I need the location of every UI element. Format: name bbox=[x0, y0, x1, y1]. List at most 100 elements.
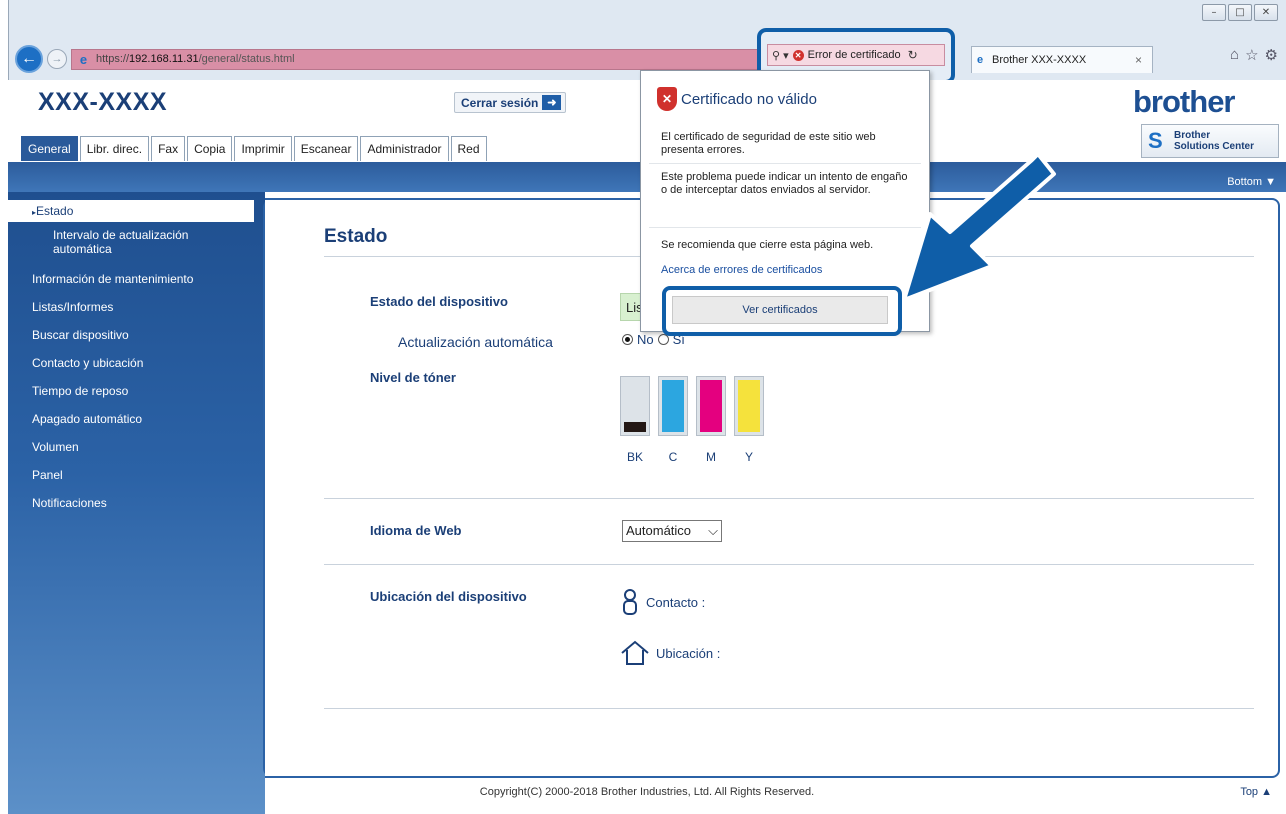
toner-fill-c bbox=[662, 380, 684, 432]
auto-update-label: Actualización automática bbox=[398, 334, 553, 350]
tab-administrator[interactable]: Administrador bbox=[360, 136, 449, 161]
sidebar-item-update-interval[interactable]: Intervalo de actualización automática bbox=[8, 228, 254, 256]
divider bbox=[324, 498, 1254, 499]
location-label: Ubicación : bbox=[656, 645, 721, 661]
bottom-link[interactable]: Bottom ▼ bbox=[1227, 176, 1276, 188]
tab-address-book[interactable]: Libr. direc. bbox=[79, 136, 150, 161]
top-link[interactable]: Top ▲ bbox=[1240, 786, 1272, 798]
chevron-down-icon: ⌵ bbox=[708, 523, 718, 538]
sidebar-item-estado[interactable]: ▸Estado bbox=[8, 200, 254, 222]
popup-text-1: El certificado de seguridad de este siti… bbox=[661, 131, 876, 156]
sidebar-item-maintenance[interactable]: Información de mantenimiento bbox=[8, 272, 254, 286]
url-path: /general/status.html bbox=[198, 53, 295, 65]
popup-text-3: Se recomienda que cierre esta página web… bbox=[661, 239, 874, 251]
favorites-star-icon[interactable]: ☆ bbox=[1245, 46, 1258, 64]
sidebar-item-label: Intervalo de actualización bbox=[53, 228, 189, 242]
solutions-center-button[interactable]: S Brother Solutions Center bbox=[1141, 124, 1279, 158]
ie-logo-icon: e bbox=[79, 52, 88, 67]
tab-fax[interactable]: Fax bbox=[151, 136, 186, 161]
minimize-button[interactable]: – bbox=[1202, 4, 1226, 21]
logout-label: Cerrar sesión bbox=[461, 95, 539, 110]
sidebar: ▸Estado Intervalo de actualización autom… bbox=[8, 192, 265, 814]
ie-logo-icon: e bbox=[977, 54, 984, 66]
settings-gear-icon[interactable]: ⚙ bbox=[1265, 46, 1278, 64]
contact-label: Contacto : bbox=[646, 594, 706, 610]
model-name: XXX-XXXX bbox=[38, 88, 168, 116]
solutions-s-icon: S bbox=[1148, 128, 1163, 153]
radio-no-label: No bbox=[637, 332, 654, 347]
toner-label-c: C bbox=[668, 450, 678, 464]
cert-error-button[interactable]: ⚲ ▾ ✕ Error de certificado ↻ bbox=[767, 44, 945, 66]
close-button[interactable]: ✕ bbox=[1254, 4, 1278, 21]
refresh-icon[interactable]: ↻ bbox=[908, 48, 918, 62]
toner-gauge-m bbox=[696, 376, 726, 436]
home-icon[interactable]: ⌂ bbox=[1230, 46, 1239, 64]
toner-label-m: M bbox=[706, 450, 716, 464]
web-language-value: Automático bbox=[626, 523, 692, 538]
toner-gauge-bk bbox=[620, 376, 650, 436]
toner-gauge-c bbox=[658, 376, 688, 436]
solutions-line2: Solutions Center bbox=[1174, 141, 1255, 152]
toner-gauge-y bbox=[734, 376, 764, 436]
content-frame-corner bbox=[275, 204, 285, 774]
web-language-select[interactable]: Automático ⌵ bbox=[622, 520, 722, 542]
window-controls: – □ ✕ bbox=[1202, 4, 1278, 21]
tab-print[interactable]: Imprimir bbox=[234, 136, 292, 161]
radio-no[interactable] bbox=[622, 334, 633, 345]
sidebar-item-volume[interactable]: Volumen bbox=[8, 440, 254, 454]
browser-tab[interactable]: e Brother XXX-XXXX × bbox=[971, 46, 1153, 73]
tab-scan[interactable]: Escanear bbox=[293, 136, 359, 161]
sidebar-item-contact-location[interactable]: Contacto y ubicación bbox=[8, 356, 254, 370]
page-title: Estado bbox=[324, 226, 388, 247]
error-x-icon: ✕ bbox=[792, 49, 804, 61]
sidebar-item-sleep-time[interactable]: Tiempo de reposo bbox=[8, 384, 254, 398]
logout-button[interactable]: Cerrar sesión ➜ bbox=[454, 92, 567, 113]
divider bbox=[324, 564, 1254, 565]
cert-errors-link[interactable]: Acerca de errores de certificados bbox=[661, 264, 822, 276]
shield-error-icon: ✕ bbox=[657, 87, 677, 111]
url-protocol: https:// bbox=[96, 53, 130, 65]
toner-label-bk: BK bbox=[626, 450, 643, 464]
divider bbox=[324, 708, 1254, 709]
location-row: Ubicación : bbox=[620, 640, 720, 666]
sidebar-item-label: automática bbox=[53, 242, 112, 256]
web-language-label: Idioma de Web bbox=[370, 523, 462, 538]
forward-button[interactable]: → bbox=[47, 49, 67, 69]
brother-logo: brother bbox=[1133, 84, 1235, 119]
back-button[interactable]: ← bbox=[15, 45, 43, 73]
house-icon bbox=[621, 640, 649, 665]
toner-fill-y bbox=[738, 380, 760, 432]
tab-bar: General Libr. direc. Fax Copia Imprimir … bbox=[21, 136, 487, 161]
cert-error-label: Error de certificado bbox=[807, 49, 901, 61]
toner-fill-bk bbox=[624, 422, 646, 432]
pointer-arrow-icon bbox=[902, 152, 1056, 302]
sidebar-item-panel[interactable]: Panel bbox=[8, 468, 254, 482]
view-certificates-button[interactable]: Ver certificados bbox=[672, 296, 888, 324]
divider bbox=[649, 227, 921, 228]
search-icon[interactable]: ⚲ ▾ bbox=[772, 49, 789, 62]
view-certificates-highlight: Ver certificados bbox=[662, 286, 902, 336]
sidebar-item-find-device[interactable]: Buscar dispositivo bbox=[8, 328, 254, 342]
toolbar-icons: ⌂ ☆ ⚙ bbox=[1230, 46, 1278, 64]
toner-level-label: Nivel de tóner bbox=[370, 370, 456, 385]
tab-title: Brother XXX-XXXX bbox=[992, 54, 1087, 66]
popup-title: Certificado no válido bbox=[681, 91, 817, 108]
popup-text-2: Este problema puede indicar un intento d… bbox=[661, 171, 908, 196]
contact-row: Contacto : bbox=[620, 588, 705, 616]
tab-general[interactable]: General bbox=[21, 136, 78, 161]
sidebar-item-auto-off[interactable]: Apagado automático bbox=[8, 412, 254, 426]
url-host: 192.168.11.31 bbox=[129, 53, 199, 65]
person-icon bbox=[623, 589, 637, 615]
solutions-line1: Brother bbox=[1174, 130, 1211, 141]
close-tab-icon[interactable]: × bbox=[1135, 47, 1142, 73]
maximize-button[interactable]: □ bbox=[1228, 4, 1252, 21]
device-status-label: Estado del dispositivo bbox=[370, 294, 508, 309]
toner-label-y: Y bbox=[744, 450, 753, 464]
address-bar[interactable]: e https://192.168.11.31/general/status.h… bbox=[71, 49, 767, 70]
device-location-label: Ubicación del dispositivo bbox=[370, 589, 527, 604]
toner-fill-m bbox=[700, 380, 722, 432]
tab-copy[interactable]: Copia bbox=[187, 136, 233, 161]
sidebar-item-notifications[interactable]: Notificaciones bbox=[8, 496, 254, 510]
tab-network[interactable]: Red bbox=[450, 136, 487, 161]
sidebar-item-lists[interactable]: Listas/Informes bbox=[8, 300, 254, 314]
